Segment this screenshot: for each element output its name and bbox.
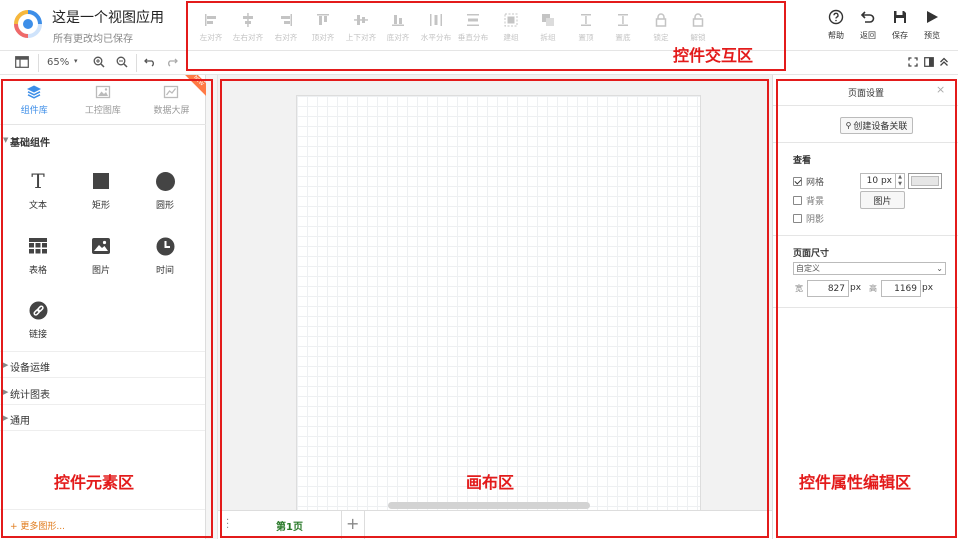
annotation-toolbar-label: 控件交互区 [673, 46, 754, 65]
save-button[interactable]: 保存 [884, 8, 916, 44]
preview-label: 预览 [924, 31, 940, 40]
save-label: 保存 [892, 31, 908, 40]
annotation-left-label: 控件元素区 [54, 473, 135, 492]
app-logo-icon [14, 10, 42, 38]
zoom-in-icon[interactable] [93, 56, 105, 68]
help-label: 帮助 [828, 31, 844, 40]
zoom-dropdown-icon[interactable]: ▾ [74, 57, 78, 65]
collapse-up-icon[interactable] [939, 57, 949, 67]
back-button[interactable]: 返回 [852, 8, 884, 44]
action-buttons: 帮助 返回 保存 预览 [820, 8, 948, 44]
redo-icon[interactable] [166, 57, 178, 67]
divider [38, 54, 39, 72]
back-icon [860, 11, 875, 23]
zoom-out-icon[interactable] [116, 56, 128, 68]
divider [136, 54, 137, 72]
play-icon [927, 11, 938, 23]
help-icon [828, 9, 844, 25]
help-button[interactable]: 帮助 [820, 8, 852, 44]
undo-icon[interactable] [144, 57, 156, 67]
save-status: 所有更改均已保存 [53, 34, 133, 45]
save-icon [894, 11, 906, 23]
back-label: 返回 [860, 31, 876, 40]
zoom-level[interactable]: 65% [47, 57, 69, 68]
fullscreen-icon[interactable] [908, 57, 918, 67]
app-title: 这是一个视图应用 [52, 10, 164, 26]
annotation-right-label: 控件属性编辑区 [799, 473, 912, 492]
split-view-icon[interactable] [924, 57, 934, 67]
panel-layout-icon[interactable] [15, 56, 29, 68]
preview-button[interactable]: 预览 [916, 8, 948, 44]
annotation-canvas-label: 画布区 [466, 473, 515, 492]
